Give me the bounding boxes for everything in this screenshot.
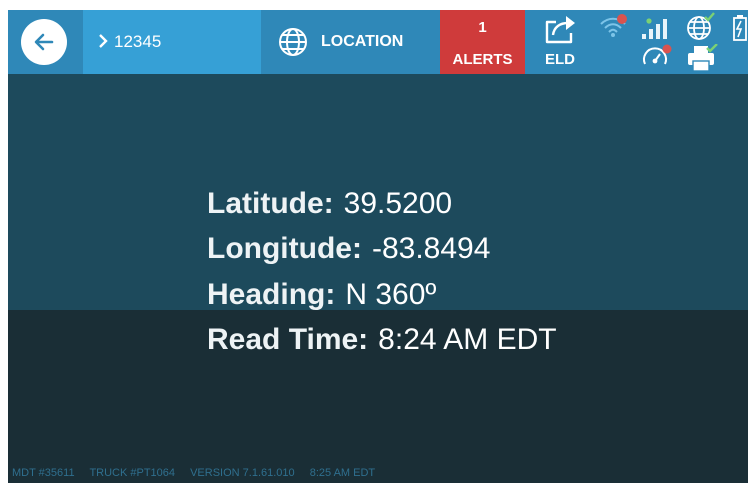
globe-check-icon[interactable] [685, 12, 715, 42]
read-time-label: Read Time: [207, 323, 369, 356]
read-time-row: Read Time: 8:24 AM EDT [207, 323, 557, 357]
back-button[interactable] [21, 19, 67, 65]
globe-icon [279, 28, 307, 56]
tab-location-label: LOCATION [321, 33, 404, 50]
longitude-row: Longitude: -83.8494 [207, 232, 490, 266]
tab-eld[interactable]: ELD [525, 10, 595, 74]
alerts-count-badge: 1 [478, 19, 487, 36]
heading-label: Heading: [207, 278, 336, 311]
mdt-number: MDT #35611 [12, 467, 75, 479]
signal-bars-icon[interactable] [641, 16, 671, 40]
battery-icon[interactable] [733, 15, 747, 41]
truck-selector-tab[interactable]: 12345 [83, 10, 261, 74]
heading-value: N 360º [345, 278, 437, 311]
chevron-right-icon [99, 34, 108, 48]
engine-error-icon[interactable] [641, 44, 673, 72]
tab-location[interactable]: LOCATION [261, 10, 439, 74]
status-footer: MDT #35611 TRUCK #PT1064 VERSION 7.1.61.… [12, 467, 387, 479]
read-time-value: 8:24 AM EDT [378, 323, 557, 356]
truck-number: TRUCK #PT1064 [89, 467, 176, 479]
printer-check-icon[interactable] [686, 44, 718, 72]
longitude-label: Longitude: [207, 232, 362, 265]
top-bar: 12345 LOCATION 1 ALERTS ELD [8, 10, 748, 74]
tab-alerts[interactable]: 1 ALERTS [440, 10, 525, 74]
app-version: VERSION 7.1.61.010 [190, 467, 295, 479]
app-window: 12345 LOCATION 1 ALERTS ELD Latitude: 39… [8, 10, 748, 483]
tab-alerts-label: ALERTS [452, 51, 513, 68]
tab-eld-label: ELD [545, 51, 575, 68]
longitude-value: -83.8494 [371, 232, 491, 265]
latitude-label: Latitude: [207, 187, 334, 220]
footer-time: 8:25 AM EDT [309, 467, 376, 479]
heading-row: Heading: N 360º [207, 278, 436, 312]
arrow-left-icon [34, 33, 54, 51]
truck-id: 12345 [114, 32, 162, 51]
latitude-value: 39.5200 [343, 187, 453, 220]
wifi-off-icon[interactable] [598, 13, 628, 39]
share-export-icon [545, 16, 575, 44]
latitude-row: Latitude: 39.5200 [207, 187, 452, 221]
